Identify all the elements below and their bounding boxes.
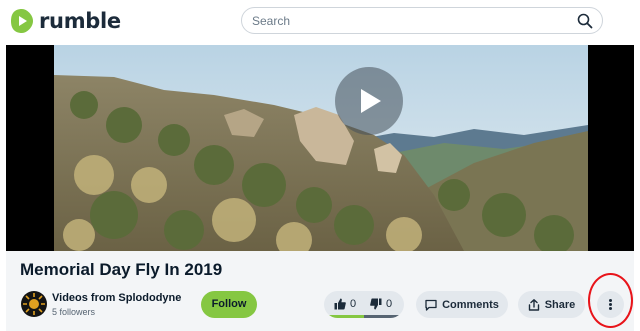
share-button[interactable]: Share (518, 291, 585, 318)
comment-icon (425, 299, 437, 311)
share-icon (528, 298, 539, 311)
thumbs-up-icon (334, 298, 346, 310)
more-vertical-icon-dot (609, 307, 612, 310)
dislike-button[interactable]: 0 (370, 298, 392, 310)
like-ratio-bar (324, 315, 364, 318)
video-info-panel: Memorial Day Fly In 2019 Videos from Spl… (6, 251, 634, 331)
channel-name[interactable]: Videos from Splododyne (52, 292, 181, 304)
logo-text: rumble (39, 9, 121, 33)
top-header: rumble Search (0, 0, 640, 44)
search-icon[interactable] (577, 13, 593, 29)
channel-avatar[interactable] (21, 291, 47, 317)
share-label: Share (544, 298, 576, 311)
follower-count: 5 followers (52, 307, 96, 317)
dislike-ratio-bar (364, 315, 404, 318)
more-options-button[interactable] (597, 291, 624, 318)
vote-buttons: 0 0 (324, 291, 404, 318)
comments-button[interactable]: Comments (416, 291, 508, 318)
play-button[interactable] (335, 67, 403, 135)
play-icon (361, 89, 381, 113)
thumbs-down-icon (370, 298, 382, 310)
rumble-logo[interactable]: rumble (10, 7, 121, 35)
more-vertical-icon (609, 299, 612, 302)
follow-button[interactable]: Follow (201, 291, 257, 318)
like-button[interactable]: 0 (334, 298, 356, 310)
video-title: Memorial Day Fly In 2019 (20, 260, 223, 279)
search-placeholder: Search (252, 14, 291, 28)
sun-icon (23, 293, 45, 315)
comments-label: Comments (442, 298, 499, 311)
video-player[interactable] (6, 45, 634, 251)
video-frame (54, 45, 588, 251)
dislike-count: 0 (386, 298, 393, 310)
more-vertical-icon-dot (609, 303, 612, 306)
rumble-logo-icon (11, 9, 33, 33)
like-count: 0 (350, 298, 357, 310)
video-thumbnail (54, 45, 588, 251)
search-input[interactable]: Search (241, 7, 603, 34)
